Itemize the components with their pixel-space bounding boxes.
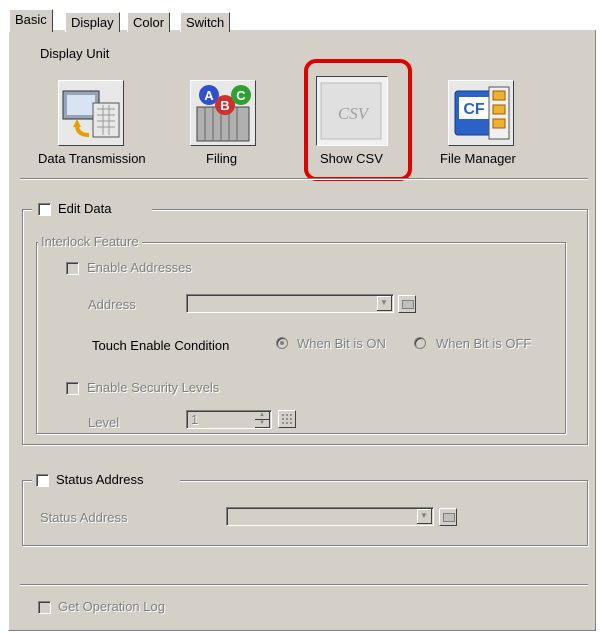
when-on-label: When Bit is ON: [297, 336, 386, 351]
status-address-checkbox[interactable]: [36, 474, 49, 487]
svg-text:C: C: [236, 88, 246, 103]
svg-text:A: A: [204, 88, 214, 103]
display-unit-heading: Display Unit: [40, 46, 110, 61]
filing-button[interactable]: A B C: [190, 80, 256, 146]
status-address-checkbox-label: Status Address: [56, 472, 144, 487]
filing-abc-icon: A B C: [196, 85, 251, 142]
level-value: 1: [191, 412, 199, 427]
tab-basic[interactable]: Basic: [9, 9, 53, 32]
when-off-radio[interactable]: [414, 337, 426, 349]
edit-data-label: Edit Data: [58, 201, 112, 216]
cf-icon-text: CF: [463, 101, 485, 118]
tab-switch[interactable]: Switch: [180, 12, 231, 32]
edit-data-checkbox[interactable]: [38, 203, 51, 216]
level-spinbox[interactable]: 1 ▲ ▼: [186, 410, 272, 429]
data-transmission-label: Data Transmission: [38, 151, 146, 166]
get-operation-log-checkbox[interactable]: [38, 601, 51, 614]
keyboard-icon: [402, 300, 414, 309]
when-off-label: When Bit is OFF: [436, 336, 532, 351]
spin-down-icon[interactable]: ▼: [255, 420, 270, 428]
file-manager-button[interactable]: CF: [448, 80, 514, 146]
address-label: Address: [88, 297, 136, 312]
status-address-dropdown[interactable]: ▼: [226, 507, 434, 526]
separator: [20, 584, 588, 586]
chevron-down-icon[interactable]: ▼: [417, 509, 432, 524]
level-label: Level: [88, 415, 120, 430]
enable-security-label: Enable Security Levels: [87, 380, 220, 395]
filing-label: Filing: [206, 151, 238, 166]
data-transmission-icon: [62, 90, 120, 138]
interlock-legend: Interlock Feature: [38, 234, 142, 249]
status-address-keypad-button[interactable]: [439, 508, 457, 526]
csv-icon: CSV: [320, 82, 382, 140]
csv-icon-text: CSV: [338, 104, 371, 123]
when-on-radio[interactable]: [276, 337, 288, 349]
touch-condition-label: Touch Enable Condition: [92, 338, 230, 353]
show-csv-label: Show CSV: [320, 151, 383, 166]
address-keypad-button[interactable]: [398, 295, 416, 313]
cf-card-folder-icon: CF: [454, 86, 510, 140]
enable-addresses-label: Enable Addresses: [87, 260, 192, 275]
chevron-down-icon[interactable]: ▼: [377, 296, 392, 311]
level-keypad-button[interactable]: [278, 410, 296, 428]
data-transmission-button[interactable]: [58, 80, 124, 146]
spin-up-icon[interactable]: ▲: [255, 412, 270, 420]
enable-security-checkbox[interactable]: [66, 382, 79, 395]
enable-addresses-checkbox[interactable]: [66, 262, 79, 275]
show-csv-button[interactable]: CSV: [316, 76, 388, 146]
tab-color[interactable]: Color: [127, 12, 171, 32]
svg-text:B: B: [220, 98, 229, 113]
separator: [20, 178, 588, 180]
get-operation-log-label: Get Operation Log: [58, 599, 165, 614]
file-manager-label: File Manager: [440, 151, 516, 166]
tab-display[interactable]: Display: [65, 12, 120, 32]
address-dropdown[interactable]: ▼: [186, 294, 394, 313]
keypad-grid-icon: [282, 414, 292, 424]
keyboard-icon: [443, 513, 455, 522]
status-address-field-label: Status Address: [40, 510, 128, 525]
